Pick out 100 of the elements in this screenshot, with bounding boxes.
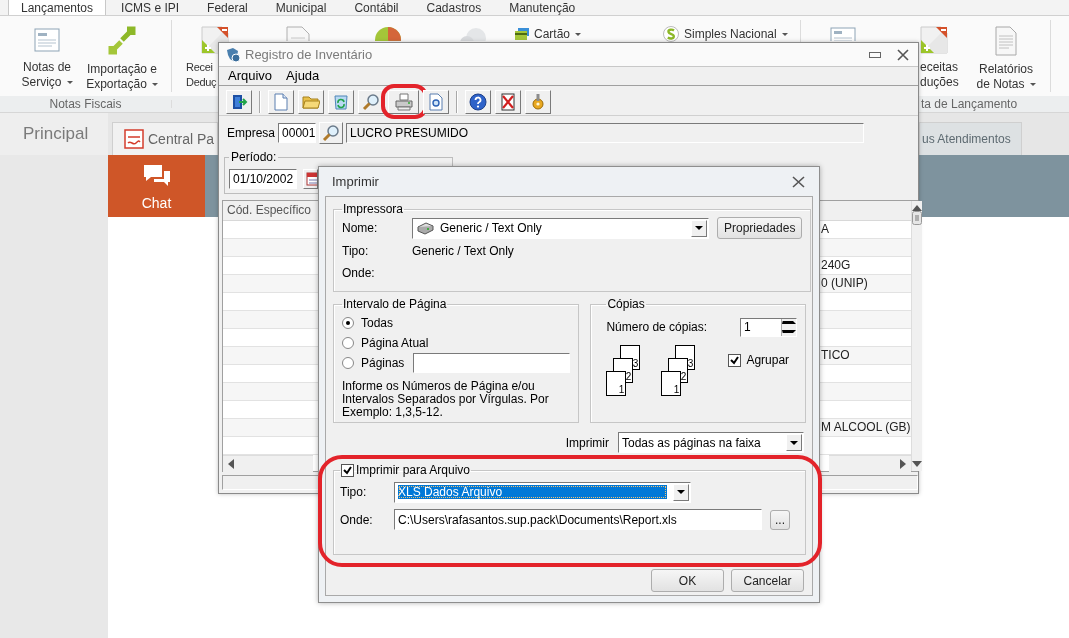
column-header: Cód. Específico	[226, 202, 312, 219]
checkbox[interactable]	[341, 463, 354, 477]
refresh-icon	[332, 92, 350, 111]
new-document-icon	[272, 92, 290, 111]
ribbon-tab[interactable]: Lançamentos	[8, 0, 107, 15]
toolbar-button[interactable]	[328, 89, 354, 114]
workspace-tab[interactable]: us Atendimentos	[919, 122, 1022, 155]
table-cell-text: TICO	[821, 347, 851, 364]
group-label: Cópias	[606, 297, 646, 311]
app-logo-icon	[225, 46, 241, 63]
close-button[interactable]	[894, 47, 912, 62]
ribbon-tab[interactable]: Manutenção	[496, 0, 589, 15]
group-label: Intervalo de Página	[342, 297, 448, 311]
properties-button[interactable]: Propriedades	[717, 217, 803, 239]
cancel-button[interactable]: Cancelar	[731, 569, 804, 592]
card-icon	[515, 27, 529, 41]
radio-button[interactable]	[342, 337, 354, 349]
field-label: Onde:	[340, 512, 374, 527]
ribbon-button[interactable]: eceitas duções	[920, 60, 959, 90]
path-field[interactable]: C:\Users\rafasantos.sup.pack\Documents\Report.xls	[394, 509, 762, 530]
window-title: Registro de Inventário	[245, 47, 373, 62]
exit-door-icon	[230, 92, 248, 111]
ribbon-button[interactable]: Simples Nacional	[684, 27, 788, 41]
document-icon	[994, 26, 1018, 56]
toolbar-button[interactable]	[298, 89, 324, 114]
checkbox-label: Imprimir para Arquivo	[356, 463, 471, 477]
checkbox-label: Agrupar	[746, 353, 790, 367]
close-icon	[897, 48, 909, 61]
help-icon	[469, 92, 487, 111]
page-sheet: 1	[661, 371, 682, 396]
ribbon-button[interactable]: Relatórios de Notas	[976, 62, 1036, 92]
group-label: ta de Lançamento	[921, 96, 1018, 112]
ok-button[interactable]: OK	[651, 569, 724, 592]
table-cell: M ALCOOL (GB)	[821, 419, 911, 436]
toolbar-button[interactable]	[388, 89, 419, 114]
arrows-icon	[106, 26, 138, 56]
dialog-title: Imprimir	[332, 174, 380, 189]
option-label: Página Atual	[361, 336, 429, 350]
chat-button[interactable]: Chat	[108, 155, 205, 217]
ribbon-button[interactable]: Recei Deduç	[186, 60, 217, 90]
ribbon-button[interactable]: Importação e Exportação	[86, 62, 158, 92]
ribbon-tab[interactable]: ICMS e IPI	[108, 0, 193, 15]
printer-icon	[416, 221, 434, 235]
scroll-right-icon	[899, 459, 906, 469]
ribbon-tab[interactable]: Cadastros	[413, 0, 495, 15]
document-preview-icon	[427, 92, 445, 111]
close-button[interactable]	[791, 175, 805, 188]
toolbar-button[interactable]	[226, 89, 252, 114]
field-label: Onde:	[342, 265, 376, 280]
workspace-tab[interactable]: Central Pa	[112, 122, 218, 155]
ribbon-tab[interactable]: Contábil	[341, 0, 412, 15]
range-select[interactable]: Todas as páginas na faixa	[618, 432, 804, 453]
radio-button[interactable]	[342, 317, 354, 329]
browse-button[interactable]: ...	[770, 509, 790, 530]
ribbon-button[interactable]: Cartão	[534, 27, 582, 41]
toolbar-button[interactable]	[465, 89, 491, 114]
hint-text: Informe os Números de Página e/ou Intervalos Separados por Vírgulas. Por Exemplo: 1,3,5-12.	[342, 380, 550, 419]
field-label: Imprimir	[565, 435, 609, 450]
scroll-down-icon	[911, 461, 922, 467]
document-icon	[830, 26, 856, 41]
field-label: Número de cópias:	[606, 320, 708, 334]
menu-item[interactable]: Ajuda	[286, 67, 320, 85]
minimize-icon	[869, 51, 881, 58]
table-cell-text: 240G	[821, 257, 852, 274]
app-logo-icon	[124, 129, 144, 149]
file-type-select[interactable]: XLS Dados Arquivo	[394, 481, 691, 503]
document-icon	[33, 26, 61, 54]
group-label: Notas Fiscais	[48, 96, 123, 112]
checkbox[interactable]	[728, 353, 742, 367]
printer-icon	[393, 92, 414, 111]
group-label: Impressora	[342, 202, 405, 216]
code-field[interactable]: 00001	[278, 123, 317, 143]
option-label: Todas	[361, 316, 394, 330]
toolbar-button[interactable]	[358, 89, 384, 114]
delete-icon	[499, 92, 517, 111]
toolbar-button[interactable]	[525, 89, 551, 114]
field-label: Empresa	[227, 126, 276, 140]
date-field[interactable]: 01/10/2002	[229, 168, 297, 189]
group-label: Período:	[230, 150, 278, 164]
field-value: Generic / Text Only	[412, 244, 515, 258]
company-field: LUCRO PRESUMIDO	[346, 123, 865, 143]
toolbar-button[interactable]	[423, 89, 449, 114]
calendar-button[interactable]	[303, 168, 318, 189]
field-label: Tipo:	[342, 244, 370, 258]
close-icon	[791, 175, 805, 188]
option-label: Páginas	[361, 356, 405, 370]
search-button[interactable]	[319, 122, 344, 144]
ribbon-button[interactable]: Notas de Serviço	[21, 60, 73, 90]
printer-select[interactable]: Generic / Text Only	[412, 217, 709, 239]
radio-button[interactable]	[342, 357, 354, 369]
pages-field[interactable]	[413, 353, 571, 373]
scroll-left-icon	[228, 459, 234, 469]
copies-spinner[interactable]: 1	[740, 317, 797, 337]
ribbon-tab[interactable]: Municipal	[262, 0, 340, 15]
table-cell-text: 0 (UNIP)	[821, 275, 869, 292]
toolbar-button[interactable]	[495, 89, 521, 114]
ribbon-tab[interactable]: Federal	[194, 0, 261, 15]
field-label: Nome:	[342, 221, 379, 235]
menu-item[interactable]: Arquivo	[228, 67, 273, 85]
toolbar-button[interactable]	[268, 89, 294, 114]
